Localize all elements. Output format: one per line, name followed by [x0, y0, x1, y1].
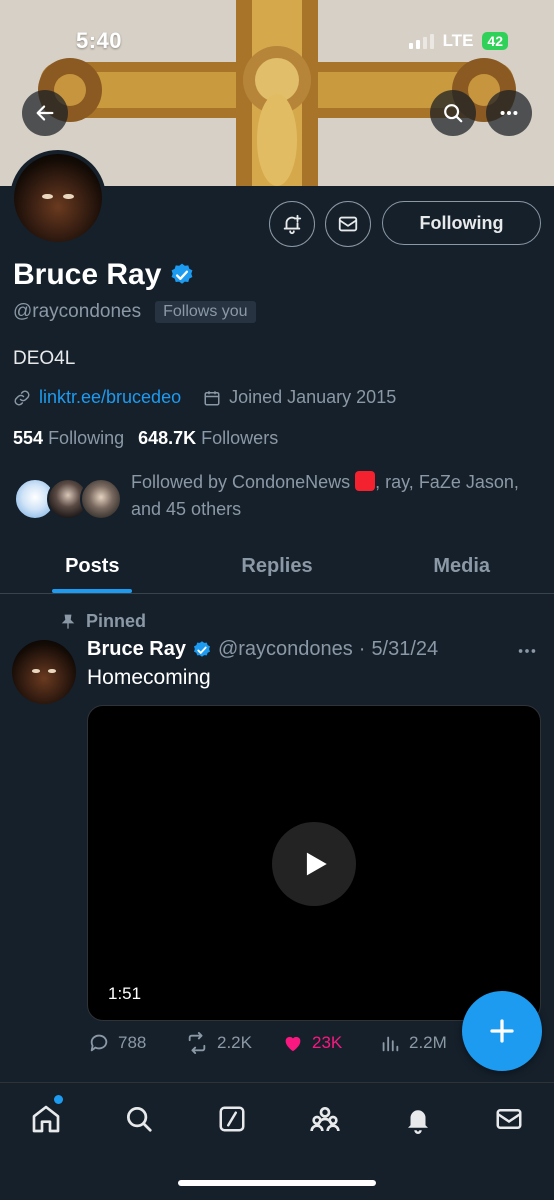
home-indicator[interactable]: [178, 1180, 376, 1186]
post-text: Homecoming: [87, 666, 211, 689]
tab-posts[interactable]: Posts: [0, 540, 185, 593]
video-duration: 1:51: [108, 984, 142, 1003]
repost-button[interactable]: 2.2K: [185, 1032, 282, 1054]
search-button[interactable]: [430, 90, 476, 136]
compose-post-button[interactable]: [462, 991, 542, 1071]
siren-emoji-icon: [355, 471, 376, 491]
profile-name-row: Bruce Ray: [13, 258, 195, 292]
views-chart-icon: [382, 1036, 399, 1052]
profile-handle: @raycondones: [13, 301, 142, 322]
nav-messages[interactable]: [491, 1101, 527, 1137]
pinned-text: Pinned: [86, 611, 147, 631]
grok-icon: [219, 1106, 245, 1132]
back-button[interactable]: [22, 90, 68, 136]
post-more-button[interactable]: [516, 640, 538, 668]
avatar-image: [14, 154, 102, 242]
follows-you-badge: Follows you: [155, 301, 256, 323]
follower-avatar: [80, 478, 122, 520]
link-icon: [14, 390, 30, 405]
post-author-handle[interactable]: @raycondones: [218, 638, 353, 661]
post-author-name[interactable]: Bruce Ray: [87, 638, 186, 661]
play-icon: [306, 852, 327, 876]
calendar-icon: [204, 390, 220, 405]
followers-label: Followers: [201, 428, 279, 448]
handle-row: @raycondones Follows you: [13, 301, 256, 323]
followers-count: 648.7K: [138, 428, 197, 448]
heart-filled-icon: [285, 1036, 301, 1052]
followed-by-text[interactable]: Followed by CondoneNews , ray, FaZe Jaso…: [131, 469, 541, 523]
nav-grok[interactable]: [214, 1101, 250, 1137]
reply-button[interactable]: 788: [88, 1032, 185, 1054]
followed-by-avatars[interactable]: [14, 478, 122, 522]
tab-media[interactable]: Media: [369, 540, 554, 593]
follow-counts: 554 Following 648.7K Followers: [13, 428, 278, 449]
post-author-avatar[interactable]: [12, 640, 76, 704]
post-header: Bruce Ray @raycondones · 5/31/24: [87, 638, 438, 661]
profile-avatar[interactable]: [10, 150, 106, 246]
nav-notifications[interactable]: [400, 1101, 436, 1137]
followers-count-link[interactable]: 648.7K Followers: [138, 428, 278, 449]
nav-home[interactable]: [28, 1101, 64, 1137]
network-label: LTE: [442, 31, 474, 50]
pinned-label: Pinned: [60, 611, 146, 632]
repost-count: 2.2K: [217, 1033, 252, 1052]
reply-icon: [90, 1034, 108, 1052]
nav-search[interactable]: [121, 1101, 157, 1137]
ellipsis-icon: [518, 649, 536, 653]
verified-badge-icon: [193, 640, 210, 657]
communities-icon: [310, 1107, 340, 1132]
nav-communities[interactable]: [307, 1101, 343, 1137]
search-icon: [127, 1107, 152, 1132]
joined-date: Joined January 2015: [203, 387, 396, 408]
search-icon: [444, 104, 463, 123]
arrow-left-icon: [36, 105, 54, 121]
repost-icon: [188, 1032, 206, 1054]
avatar-image: [12, 640, 76, 704]
following-count-link[interactable]: 554 Following: [13, 428, 124, 449]
envelope-icon: [496, 1109, 522, 1129]
like-count: 23K: [312, 1033, 343, 1052]
profile-bio: DEO4L: [13, 348, 76, 369]
envelope-icon: [338, 216, 358, 232]
display-name: Bruce Ray: [13, 258, 162, 291]
profile-meta: linktr.ee/brucedeo Joined January 2015: [13, 387, 396, 408]
more-button[interactable]: [486, 90, 532, 136]
status-time: 5:40: [76, 28, 123, 53]
post-video[interactable]: 1:51: [87, 705, 541, 1021]
like-button[interactable]: 23K: [282, 1032, 379, 1054]
reply-count: 788: [118, 1033, 147, 1052]
followed-by-prefix: Followed by CondoneNews: [131, 472, 351, 492]
pin-icon: [61, 614, 75, 629]
home-icon: [32, 1105, 60, 1133]
status-indicators: LTE 42: [408, 31, 508, 51]
play-button[interactable]: [272, 822, 356, 906]
battery-indicator: 42: [482, 32, 508, 50]
plus-icon: [490, 1019, 514, 1043]
following-label: Following: [48, 428, 125, 448]
following-count: 554: [13, 428, 44, 448]
signal-icon: [408, 33, 434, 49]
notifications-button[interactable]: [269, 201, 315, 247]
post-date[interactable]: 5/31/24: [371, 638, 438, 661]
tab-replies[interactable]: Replies: [185, 540, 370, 593]
bell-plus-icon: [283, 214, 302, 235]
home-unread-dot: [54, 1095, 63, 1104]
joined-text: Joined January 2015: [229, 387, 397, 407]
post-separator: ·: [358, 638, 366, 660]
verified-badge-icon[interactable]: [169, 262, 195, 288]
bell-icon: [408, 1110, 428, 1134]
profile-tabs: Posts Replies Media: [0, 540, 554, 594]
profile-link[interactable]: linktr.ee/brucedeo: [39, 387, 181, 408]
following-button[interactable]: Following: [382, 201, 541, 245]
ellipsis-icon: [500, 110, 518, 116]
views-count: 2.2M: [409, 1033, 447, 1052]
message-button[interactable]: [325, 201, 371, 247]
